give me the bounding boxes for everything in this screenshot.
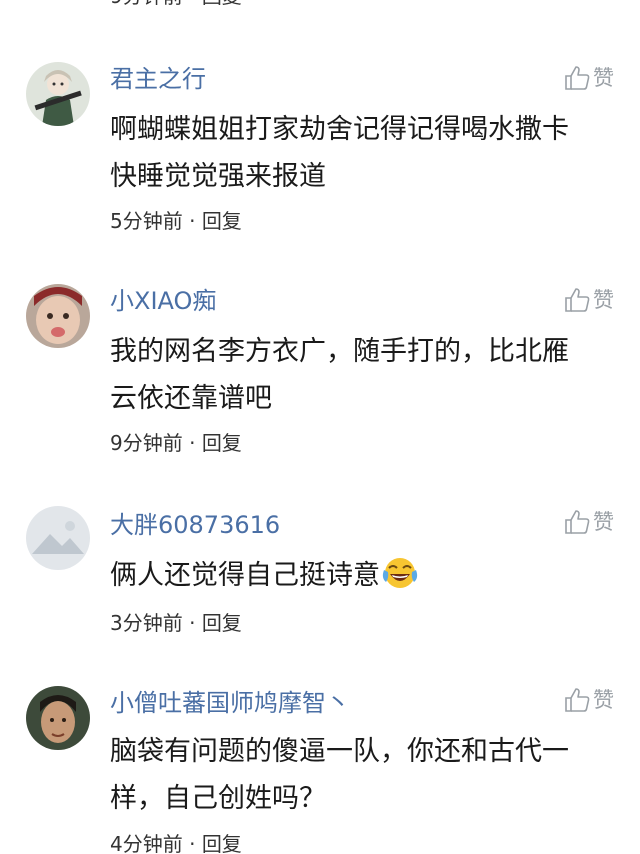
meta-separator: · [182,611,202,635]
comment-meta: 9分钟前 · 回复 [110,430,242,456]
comment-text: 啊蝴蝶姐姐打家劫舍记得记得喝水撒卡 快睡觉觉强来报道 [110,106,610,200]
default-mountain-avatar[interactable] [26,506,90,570]
comment-meta: 4分钟前 · 回复 [110,831,242,854]
comment-meta: 5分钟前 · 回复 [110,208,242,234]
username[interactable]: 小僧吐蕃国师鸠摩智丶 [110,688,350,718]
comment-time: 9分钟前 [110,431,183,455]
comment-meta: 3分钟前 · 回复 [110,610,242,636]
username[interactable]: 大胖60873616 [110,510,280,540]
thumbs-up-icon [565,688,590,712]
thumbs-up-icon [565,66,590,90]
comment-line: 云依还靠谱吧 [110,383,272,414]
like-label: 赞 [593,288,614,312]
reply-button[interactable]: 回复 [202,209,242,233]
like-label: 赞 [593,66,614,90]
comment-line: 俩人还觉得自己挺诗意 [110,552,610,599]
comment-meta-cropped: 9分钟前 · 回复 [110,0,242,8]
comment-text: 俩人还觉得自己挺诗意 [110,552,610,599]
comment-line: 快睡觉觉强来报道 [110,161,326,192]
like-label: 赞 [593,688,614,712]
comment-time: 3分钟前 [110,611,183,635]
meta-separator: · [182,832,202,854]
reply-button[interactable]: 回复 [202,0,242,8]
comment-time: 5分钟前 [110,209,183,233]
comment-line-text: 俩人还觉得自己挺诗意 [110,560,380,591]
man-portrait-avatar[interactable] [26,686,90,750]
thumbs-up-icon [565,288,590,312]
anime-character-avatar[interactable] [26,62,90,126]
meta-separator: · [182,431,202,455]
reply-button[interactable]: 回复 [202,832,242,854]
comment-time: 4分钟前 [110,832,183,854]
laughing-crying-emoji-icon [382,558,418,588]
like-button[interactable]: 赞 [563,686,614,714]
thumbs-up-icon [565,510,590,534]
username[interactable]: 小XIAO痴 [110,286,216,316]
comment-time: 9分钟前 [110,0,183,8]
comment-line: 脑袋有问题的傻逼一队，你还和古代一 [110,736,569,767]
like-button[interactable]: 赞 [563,286,614,314]
comment-line: 样，自己创姓吗？ [110,783,326,814]
comment-line: 我的网名李方衣广，随手打的，比北雁 [110,336,569,367]
comment-text: 脑袋有问题的傻逼一队，你还和古代一 样，自己创姓吗？ [110,728,610,822]
reply-button[interactable]: 回复 [202,611,242,635]
username[interactable]: 君主之行 [110,64,206,94]
baby-photo-avatar[interactable] [26,284,90,348]
comment-text: 我的网名李方衣广，随手打的，比北雁 云依还靠谱吧 [110,328,610,422]
like-button[interactable]: 赞 [563,64,614,92]
comment-line: 啊蝴蝶姐姐打家劫舍记得记得喝水撒卡 [110,114,569,145]
reply-button[interactable]: 回复 [202,431,242,455]
like-button[interactable]: 赞 [563,508,614,536]
like-label: 赞 [593,510,614,534]
meta-separator: · [182,209,202,233]
comment-list: 9分钟前 · 回复 君主之行 赞 啊蝴蝶姐姐打家劫舍记得记得喝水撒卡 [0,0,640,854]
meta-separator: · [183,0,202,8]
